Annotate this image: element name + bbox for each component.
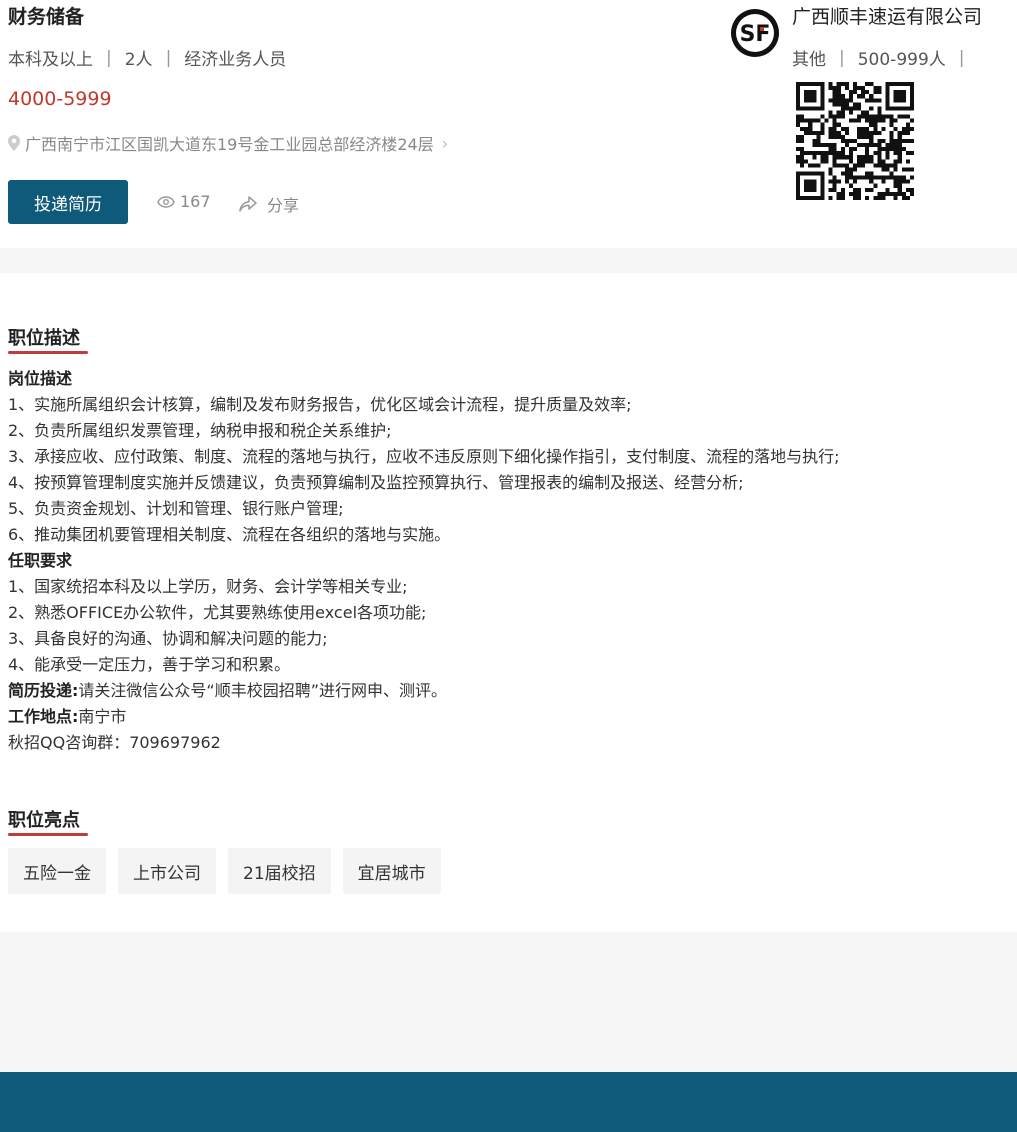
- duty-item: 3、承接应收、应付政策、制度、流程的落地与执行，应收不违反原则下细化操作指引，支…: [8, 447, 840, 466]
- job-address[interactable]: 广西南宁市江区国凯大道东19号金工业园总部经济楼24层 ›: [8, 131, 448, 155]
- duty-item: 1、实施所属组织会计核算，编制及发布财务报告，优化区域会计流程，提升质量及效率;: [8, 395, 632, 414]
- meta-divider: |: [958, 47, 965, 68]
- address-text: 广西南宁市江区国凯大道东19号金工业园总部经济楼24层: [25, 135, 434, 154]
- company-name[interactable]: 广西顺丰速运有限公司: [792, 2, 982, 29]
- location-pin-icon: [8, 135, 20, 151]
- requirement-item: 1、国家统招本科及以上学历，财务、会计学等相关专业;: [8, 577, 408, 596]
- job-header: 财务储备 本科及以上 | 2人 | 经济业务人员 4000-5999 广西南宁市…: [0, 0, 1017, 248]
- view-count-value: 167: [180, 192, 211, 211]
- page-bottom-area: [0, 932, 1017, 1072]
- highlight-tags: 五险一金 上市公司 21届校招 宜居城市: [8, 848, 441, 894]
- meta-divider: |: [106, 47, 112, 68]
- company-logo[interactable]: SF: [729, 7, 781, 59]
- salary: 4000-5999: [8, 88, 112, 110]
- share-icon: [239, 196, 257, 212]
- education-requirement: 本科及以上: [8, 50, 93, 70]
- highlight-tag: 五险一金: [8, 848, 106, 894]
- chevron-right-icon: ›: [441, 133, 449, 153]
- requirement-item: 2、熟悉OFFICE办公软件，尤其要熟练使用excel各项功能;: [8, 603, 427, 622]
- company-meta: 其他 | 500-999人 |: [792, 45, 978, 71]
- meta-divider: |: [165, 47, 172, 68]
- eye-icon: [157, 195, 175, 208]
- requirement-item: 3、具备良好的沟通、协调和解决问题的能力;: [8, 629, 328, 648]
- job-meta: 本科及以上 | 2人 | 经济业务人员: [8, 45, 287, 71]
- apply-resume-button[interactable]: 投递简历: [8, 180, 128, 224]
- qr-code-icon: [796, 82, 914, 200]
- resume-line: 简历投递:请关注微信公众号“顺丰校园招聘”进行网申、测评。: [8, 678, 1008, 704]
- duty-item: 5、负责资金规划、计划和管理、银行账户管理;: [8, 499, 344, 518]
- requirement-item: 4、能承受一定压力，善于学习和积累。: [8, 655, 291, 674]
- headcount: 2人: [124, 50, 153, 70]
- qq-group-line: 秋招QQ咨询群：709697962: [8, 733, 221, 752]
- view-count: 167: [157, 192, 211, 211]
- job-title: 财务储备: [8, 6, 85, 28]
- duty-heading: 岗位描述: [8, 369, 73, 388]
- job-description-title: 职位描述: [8, 324, 88, 354]
- requirement-heading: 任职要求: [8, 551, 73, 570]
- job-category: 经济业务人员: [184, 50, 287, 70]
- logo-text: SF: [740, 22, 771, 47]
- meta-divider: |: [839, 47, 845, 68]
- job-description: 岗位描述 1、实施所属组织会计核算，编制及发布财务报告，优化区域会计流程，提升质…: [8, 366, 1008, 756]
- company-size: 500-999人: [857, 50, 946, 70]
- section-divider: [0, 248, 1017, 273]
- resume-text: 请关注微信公众号“顺丰校园招聘”进行网申、测评。: [78, 681, 447, 700]
- duty-item: 6、推动集团机要管理相关制度、流程在各组织的落地与实施。: [8, 525, 451, 544]
- highlights-title: 职位亮点: [8, 806, 88, 836]
- page-footer: [0, 1072, 1017, 1132]
- resume-label: 简历投递:: [8, 681, 79, 700]
- location-label: 工作地点:: [8, 707, 79, 726]
- location-text: 南宁市: [78, 707, 127, 726]
- highlight-tag: 宜居城市: [342, 848, 441, 894]
- duty-item: 2、负责所属组织发票管理，纳税申报和税企关系维护;: [8, 421, 392, 440]
- duty-item: 4、按预算管理制度实施并反馈建议，负责预算编制及监控预算执行、管理报表的编制及报…: [8, 473, 744, 492]
- highlight-tag: 21届校招: [228, 848, 331, 894]
- share-label: 分享: [267, 196, 300, 215]
- highlight-tag: 上市公司: [118, 848, 216, 894]
- location-line: 工作地点:南宁市: [8, 704, 1008, 730]
- company-type: 其他: [792, 50, 826, 70]
- share-button[interactable]: 分享: [238, 192, 299, 216]
